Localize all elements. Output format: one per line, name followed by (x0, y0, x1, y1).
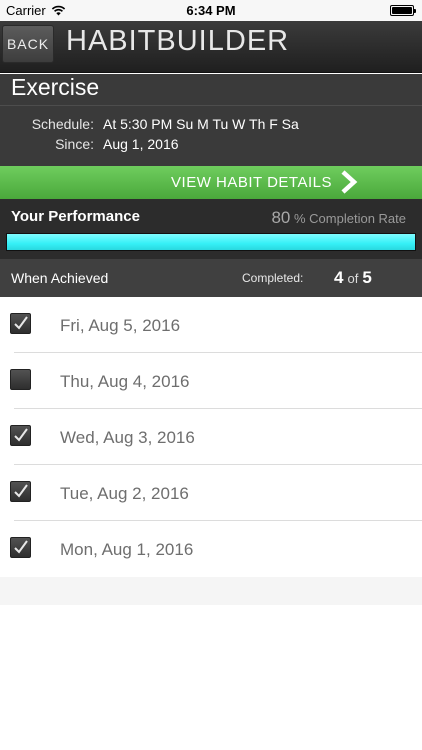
since-value: Aug 1, 2016 (103, 136, 179, 152)
when-achieved-header: When Achieved Completed: 4 of 5 (0, 259, 422, 297)
day-label: Thu, Aug 4, 2016 (60, 372, 190, 391)
view-habit-details-button[interactable]: VIEW HABIT DETAILS (0, 166, 422, 199)
schedule-label: Schedule: (31, 116, 94, 132)
completed-of: of (347, 271, 359, 286)
divider (0, 105, 422, 106)
list-footer (0, 577, 422, 605)
performance-panel: Your Performance 80 % Completion Rate (0, 199, 422, 259)
status-time: 6:34 PM (186, 3, 236, 18)
completion-rate-suffix: % Completion Rate (294, 211, 406, 226)
completion-progress-fill (7, 234, 415, 250)
app-title: HABITBUILDER (66, 25, 290, 57)
checkmark-icon (14, 428, 28, 442)
checkbox[interactable] (10, 425, 31, 446)
checkbox[interactable] (10, 481, 31, 502)
completion-rate: 80 % Completion Rate (271, 208, 406, 228)
schedule-value: At 5:30 PM Su M Tu W Th F Sa (103, 116, 299, 132)
checkbox[interactable] (10, 537, 31, 558)
back-button[interactable]: BACK (2, 25, 54, 63)
day-label: Wed, Aug 3, 2016 (60, 428, 195, 447)
habit-header: Exercise Schedule: At 5:30 PM Su M Tu W … (0, 74, 422, 166)
day-label: Tue, Aug 2, 2016 (60, 484, 189, 503)
checkmark-icon (14, 540, 28, 554)
completion-progress-bar (6, 233, 416, 251)
nav-bar: BACK HABITBUILDER (0, 21, 422, 73)
completed-total: 5 (362, 268, 372, 287)
list-item: Tue, Aug 2, 2016 (0, 465, 422, 521)
status-bar: Carrier 6:34 PM (0, 0, 422, 21)
day-label: Fri, Aug 5, 2016 (60, 316, 181, 335)
habit-name: Exercise (11, 74, 100, 100)
completed-label: Completed: (242, 271, 304, 285)
chevron-right-icon (341, 170, 358, 194)
checkmark-icon (14, 484, 28, 498)
view-habit-details-label: VIEW HABIT DETAILS (171, 174, 332, 191)
checkbox[interactable] (10, 313, 31, 334)
battery-icon (390, 5, 416, 16)
since-label: Since: (55, 136, 94, 152)
list-item: Thu, Aug 4, 2016 (0, 353, 422, 409)
list-item: Mon, Aug 1, 2016 (0, 521, 422, 577)
day-label: Mon, Aug 1, 2016 (60, 540, 194, 559)
completed-number: 4 (334, 268, 344, 287)
achievement-list: Fri, Aug 5, 2016 Thu, Aug 4, 2016 Wed, A… (0, 297, 422, 577)
completion-rate-value: 80 (271, 208, 291, 227)
checkmark-icon (14, 316, 28, 330)
when-achieved-label: When Achieved (11, 270, 109, 286)
list-item: Fri, Aug 5, 2016 (0, 297, 422, 353)
completed-count: 4 of 5 (334, 268, 372, 288)
list-item: Wed, Aug 3, 2016 (0, 409, 422, 465)
performance-title: Your Performance (11, 208, 140, 225)
checkbox[interactable] (10, 369, 31, 390)
